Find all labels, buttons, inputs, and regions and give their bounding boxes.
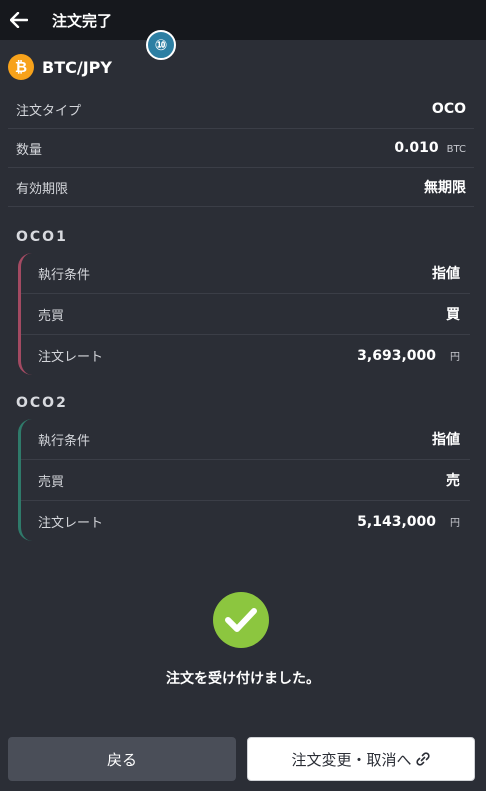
checkmark-icon: [225, 608, 257, 632]
oco2-condition-value: 指値: [432, 432, 460, 448]
change-button-label: 注文変更・取消へ: [291, 750, 412, 769]
back-button-label: 戻る: [106, 750, 137, 769]
step-badge: ⑩: [146, 30, 176, 60]
oco2-title: OCO2: [16, 395, 68, 411]
check-circle-icon: [213, 592, 269, 648]
currency-pair: ₿ BTC/JPY: [8, 53, 112, 81]
expiry-value: 無期限: [424, 180, 466, 196]
page-title: 注文完了: [52, 11, 113, 30]
oco2-rate-unit: 円: [450, 517, 460, 529]
oco2-rate-value: 5,143,000: [357, 513, 436, 530]
order-type-row: 注文タイプ OCO: [8, 90, 474, 129]
order-change-cancel-button[interactable]: 注文変更・取消へ: [247, 737, 475, 781]
oco2-rate-label: 注文レート: [38, 516, 104, 531]
oco2-block: 執行条件 指値 売買 売 注文レート 5,143,000 円: [18, 419, 470, 541]
oco1-block: 執行条件 指値 売買 買 注文レート 3,693,000 円: [18, 253, 470, 375]
quantity-unit: BTC: [446, 144, 466, 155]
oco1-side-label: 売買: [38, 308, 65, 324]
quantity-value: 0.010: [394, 140, 439, 156]
oco2-rate-row: 注文レート 5,143,000 円: [21, 501, 470, 542]
quantity-label: 数量: [16, 142, 43, 158]
oco2-condition-label: 執行条件: [38, 433, 91, 449]
order-type-value: OCO: [431, 101, 466, 117]
oco1-rate-row: 注文レート 3,693,000 円: [21, 335, 470, 376]
arrow-left-icon: [10, 12, 28, 28]
oco1-side-value: 買: [446, 307, 460, 323]
expiry-label: 有効期限: [16, 181, 69, 197]
oco1-condition-row: 執行条件 指値: [21, 253, 470, 294]
oco1-condition-label: 執行条件: [38, 267, 91, 283]
expiry-row: 有効期限 無期限: [8, 168, 474, 207]
oco2-side-value: 売: [446, 473, 460, 489]
success-message: 注文を受け付けました。: [166, 671, 320, 687]
bitcoin-icon: ₿: [8, 54, 34, 80]
pair-label: BTC/JPY: [42, 57, 112, 77]
app-header: 注文完了: [0, 0, 486, 40]
quantity-value-wrap: 0.010 BTC: [394, 140, 466, 156]
oco1-side-row: 売買 買: [21, 294, 470, 335]
oco2-rate-value-wrap: 5,143,000 円: [357, 514, 460, 530]
oco2-side-label: 売買: [38, 474, 65, 490]
oco1-rate-value: 3,693,000: [357, 347, 436, 364]
oco2-side-row: 売買 売: [21, 460, 470, 501]
oco1-rate-value-wrap: 3,693,000 円: [357, 348, 460, 364]
quantity-row: 数量 0.010 BTC: [8, 129, 474, 168]
oco1-title: OCO1: [16, 229, 68, 245]
order-summary: 注文タイプ OCO 数量 0.010 BTC 有効期限 無期限: [8, 90, 474, 207]
oco2-condition-row: 執行条件 指値: [21, 419, 470, 460]
link-icon: [415, 751, 431, 767]
oco1-condition-value: 指値: [432, 266, 460, 282]
back-to-button[interactable]: 戻る: [8, 737, 236, 781]
oco1-rate-label: 注文レート: [38, 350, 104, 365]
back-button[interactable]: [4, 0, 34, 40]
order-type-label: 注文タイプ: [16, 103, 82, 119]
oco1-rate-unit: 円: [450, 351, 460, 363]
